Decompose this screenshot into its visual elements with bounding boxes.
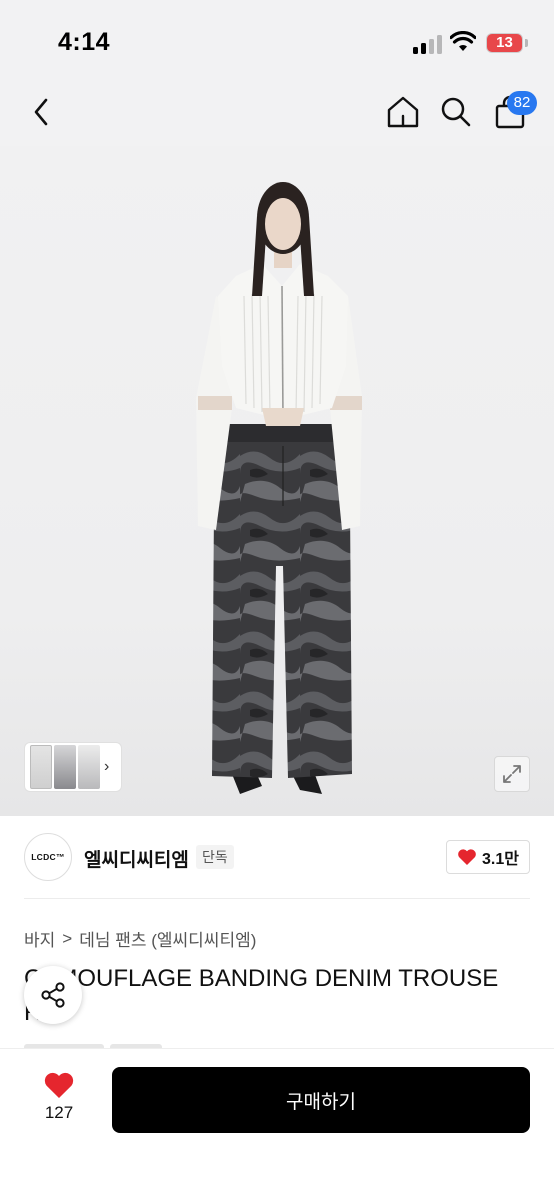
- brand-logo[interactable]: LCDC™: [24, 833, 72, 881]
- search-icon: [441, 97, 471, 127]
- battery-level: 13: [496, 34, 513, 51]
- thumbnail-2[interactable]: [54, 745, 76, 789]
- exclusive-badge: 단독: [196, 845, 234, 869]
- wifi-icon: [450, 31, 476, 51]
- breadcrumb-category[interactable]: 바지: [24, 926, 55, 951]
- breadcrumb-subcategory[interactable]: 데님 팬츠 (엘씨디씨티엠): [79, 926, 256, 951]
- expand-button[interactable]: [494, 756, 530, 792]
- battery-cap: [525, 39, 528, 47]
- thumbnail-1[interactable]: [30, 745, 52, 789]
- wishlist-button[interactable]: 127: [30, 1071, 88, 1131]
- expand-icon: [503, 765, 521, 783]
- brand-name[interactable]: 엘씨디씨티엠: [84, 845, 189, 872]
- breadcrumb: 바지 > 데님 팬츠 (엘씨디씨티엠): [24, 926, 256, 951]
- product-photo: [196, 182, 362, 794]
- chevron-right-icon: >: [62, 928, 73, 948]
- back-icon: [34, 98, 48, 126]
- home-icon: [387, 96, 419, 128]
- bottom-action-bar: 127 구매하기: [0, 1048, 554, 1200]
- product-title: CAMOUFLAGE BANDING DENIM TROUSE: [24, 965, 499, 992]
- signal-icon: [413, 34, 443, 54]
- share-icon: [41, 982, 65, 1008]
- thumbnail-strip[interactable]: ›: [24, 742, 122, 792]
- share-button[interactable]: [24, 966, 82, 1024]
- home-button[interactable]: [383, 92, 423, 132]
- heart-icon: [44, 1072, 74, 1098]
- cart-count-badge: 82: [507, 91, 537, 115]
- battery-icon: 13: [486, 33, 523, 53]
- top-nav-bar: 82: [0, 80, 554, 146]
- heart-icon: [458, 849, 476, 865]
- chevron-right-icon: ›: [104, 758, 110, 775]
- thumbnail-3[interactable]: [78, 745, 100, 789]
- brand-like-count: 3.1만: [482, 851, 519, 868]
- divider: [24, 898, 530, 899]
- wishlist-count: 127: [44, 1103, 74, 1122]
- brand-like-button[interactable]: 3.1만: [446, 840, 530, 874]
- back-button[interactable]: [22, 92, 62, 132]
- search-button[interactable]: [436, 92, 476, 132]
- status-bar: 4:14 13: [0, 0, 554, 80]
- brand-row: LCDC™ 엘씨디씨티엠 단독 3.1만: [0, 816, 554, 900]
- buy-button[interactable]: 구매하기: [112, 1067, 530, 1133]
- product-image[interactable]: ›: [0, 146, 554, 816]
- status-time: 4:14: [58, 28, 111, 56]
